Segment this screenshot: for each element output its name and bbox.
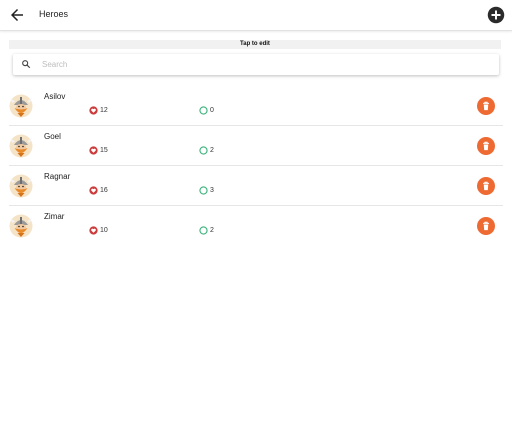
kills-stat: 2 [199,226,214,235]
health-value: 16 [100,187,108,194]
health-stat: 16 [89,186,108,195]
viking-avatar-icon [9,174,33,198]
hero-name: Goel [44,132,61,141]
circle-icon [199,186,208,195]
kills-stat: 3 [199,186,214,195]
viking-avatar-icon [9,214,33,238]
app-bar: Heroes [0,0,512,31]
health-value: 12 [100,107,108,114]
search-icon [22,60,31,69]
page-title: Heroes [39,9,69,19]
viking-avatar-icon [9,94,33,118]
hero-name: Asilov [44,92,66,101]
delete-hero-button[interactable] [477,97,495,115]
circle-icon [199,106,208,115]
kills-value: 2 [210,147,214,154]
health-stat: 15 [89,146,108,155]
search-input[interactable] [42,57,482,71]
hero-row[interactable]: Ragnar 16 3 [9,166,503,206]
tap-to-edit-hint: Tap to edit [9,40,501,49]
viking-avatar-icon [9,134,33,158]
heart-icon [89,186,98,195]
back-arrow-icon[interactable] [8,6,26,24]
kills-stat: 0 [199,106,214,115]
hero-row[interactable]: Zimar 10 2 [9,206,503,245]
hero-name: Ragnar [44,172,71,181]
circle-icon [199,146,208,155]
circle-icon [199,226,208,235]
health-stat: 12 [89,106,108,115]
heart-icon [89,106,98,115]
heart-icon [89,226,98,235]
health-stat: 10 [89,226,108,235]
delete-hero-button[interactable] [477,217,495,235]
delete-hero-button[interactable] [477,137,495,155]
search-bar[interactable] [13,54,499,75]
hero-row[interactable]: Goel 15 2 [9,126,503,166]
hero-list: Asilov 12 0 Goel 15 2 Ragnar 16 3 Zimar … [0,86,512,245]
hero-row[interactable]: Asilov 12 0 [9,86,503,126]
add-hero-button[interactable] [487,6,505,24]
health-value: 15 [100,147,108,154]
hero-name: Zimar [44,212,65,221]
health-value: 10 [100,227,108,234]
kills-value: 0 [210,107,214,114]
kills-stat: 2 [199,146,214,155]
heart-icon [89,146,98,155]
kills-value: 2 [210,227,214,234]
kills-value: 3 [210,187,214,194]
delete-hero-button[interactable] [477,177,495,195]
